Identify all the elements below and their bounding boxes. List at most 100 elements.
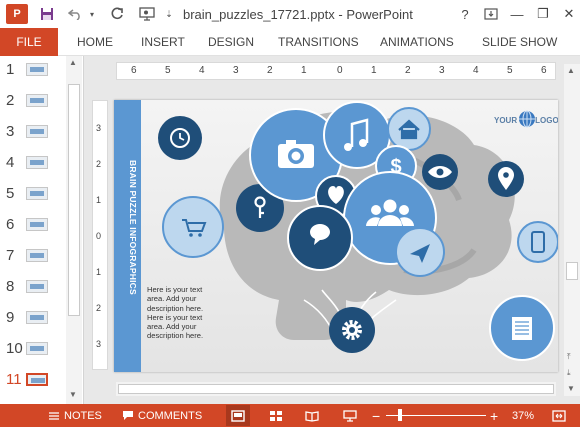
logo-word-your: YOUR [494,116,518,125]
zoom-slider-handle[interactable] [398,409,402,421]
present-icon [139,7,155,21]
location-circle [488,161,524,197]
zoom-level[interactable]: 37% [512,404,534,427]
reading-view-icon [305,410,319,422]
tab-animations[interactable]: ANIMATIONS [380,28,454,56]
chevron-down-icon: ⇣ [165,8,173,19]
chevron-down-icon: ▾ [89,9,94,19]
slide-preview [26,156,48,169]
slide-thumbnail[interactable]: 3 [0,122,64,142]
slide-thumbnail[interactable]: 8 [0,277,64,297]
notes-button[interactable]: NOTES [48,404,102,427]
scroll-thumb[interactable] [566,262,578,280]
ruler-tick: 5 [165,65,171,76]
scroll-down-icon[interactable]: ▼ [567,384,575,393]
editor-vertical-scrollbar[interactable]: ▲ ⤒ ⤓ ▼ [564,64,580,396]
ruler-tick: 3 [96,123,102,133]
customize-qat-button[interactable]: ⇣ [162,0,176,28]
minimize-button[interactable]: — [504,0,530,28]
scroll-down-icon[interactable]: ▼ [69,390,77,399]
slide-thumbnail[interactable]: 6 [0,215,64,235]
body-line: Here is your text [147,312,203,322]
slide-thumbnail[interactable]: 4 [0,153,64,173]
tab-file[interactable]: FILE [0,28,58,56]
slide-thumbnail[interactable]: 7 [0,246,64,266]
slide-number: 9 [6,309,15,326]
body-line: area. Add your [147,294,197,304]
chat-circle [287,205,353,271]
prev-slide-icon[interactable]: ⤒ [567,352,571,362]
body-line: description here. [147,303,204,313]
ruler-tick: 2 [96,159,102,169]
scroll-thumb[interactable] [68,84,80,316]
comments-button[interactable]: COMMENTS [122,404,202,427]
comment-icon [123,411,133,420]
reading-view-button[interactable] [300,405,324,426]
horizontal-ruler: 6 5 4 3 2 1 0 1 2 3 4 5 6 [116,62,556,80]
slide-editor: 6 5 4 3 2 1 0 1 2 3 4 5 6 3 2 1 0 1 2 3 … [84,56,580,404]
tab-slide-show[interactable]: SLIDE SHOW [482,28,557,56]
ruler-tick: 1 [96,195,102,205]
slide-thumbnail[interactable]: 2 [0,91,64,111]
normal-view-icon [231,409,245,422]
present-button[interactable] [136,0,158,28]
slide-thumbnail[interactable]: 9 [0,308,64,328]
ruler-tick: 6 [131,65,137,76]
clock-circle [158,116,202,160]
status-bar: NOTES COMMENTS − + 37% [0,404,580,427]
ribbon-display-button[interactable] [478,0,504,28]
zoom-out-button[interactable]: − [372,404,380,427]
eye-circle [422,154,458,190]
slide-thumbnail[interactable]: 1 [0,60,64,80]
slide-preview [26,342,48,355]
slide-preview [26,249,48,262]
help-button[interactable]: ? [452,0,478,28]
slide-number: 6 [6,216,15,233]
scroll-up-icon[interactable]: ▲ [567,66,575,75]
notes-icon [49,411,59,420]
zoom-in-button[interactable]: + [490,404,498,427]
next-slide-icon[interactable]: ⤓ [567,368,571,378]
slide-thumbnail[interactable]: 10 [0,339,64,359]
save-button[interactable] [36,0,58,28]
close-button[interactable]: ✕ [556,0,580,28]
slide-thumbnail[interactable]: 5 [0,184,64,204]
ruler-tick: 1 [96,267,102,277]
body-text-box[interactable]: Here is your text area. Add your descrip… [147,285,225,341]
slide-show-button[interactable] [338,405,362,426]
editor-horizontal-scrollbar[interactable] [116,382,556,396]
ruler-tick: 3 [96,339,102,349]
tab-design[interactable]: DESIGN [208,28,254,56]
undo-button[interactable] [64,0,86,28]
slide-thumbnail-active[interactable]: 11 [0,370,64,390]
slide-number: 8 [6,278,15,295]
slide-show-icon [343,409,357,422]
ruler-tick: 5 [507,65,513,76]
your-logo: YOUR LOGO [494,116,558,125]
slide-number: 11 [6,371,22,388]
scroll-thumb[interactable] [118,384,554,394]
redo-button[interactable] [106,0,128,28]
document-circle [489,295,555,361]
cart-circle [162,196,224,258]
thumbnails-scrollbar[interactable]: ▲ ▼ [66,56,82,404]
undo-dropdown[interactable]: ▾ [86,0,98,28]
slide-sorter-button[interactable] [264,405,288,426]
slide-preview [26,187,48,200]
powerpoint-logo-icon: P [6,4,28,24]
redo-icon [111,7,123,20]
slide-number: 5 [6,185,15,202]
tab-transitions[interactable]: TRANSITIONS [278,28,359,56]
vertical-ruler: 3 2 1 0 1 2 3 [92,100,108,370]
maximize-button[interactable]: ❐ [530,0,556,28]
tab-home[interactable]: HOME [77,28,113,56]
send-circle [395,227,445,277]
normal-view-button[interactable] [226,405,250,426]
tab-insert[interactable]: INSERT [141,28,185,56]
ruler-tick: 2 [267,65,273,76]
slide-number: 7 [6,247,15,264]
slide-number: 4 [6,154,15,171]
scroll-up-icon[interactable]: ▲ [69,58,77,67]
slide-canvas[interactable]: BRAIN PUZZLE INFOGRAPHICS $ YOUR LOGO He… [114,100,558,372]
fit-slide-button[interactable] [552,404,566,427]
